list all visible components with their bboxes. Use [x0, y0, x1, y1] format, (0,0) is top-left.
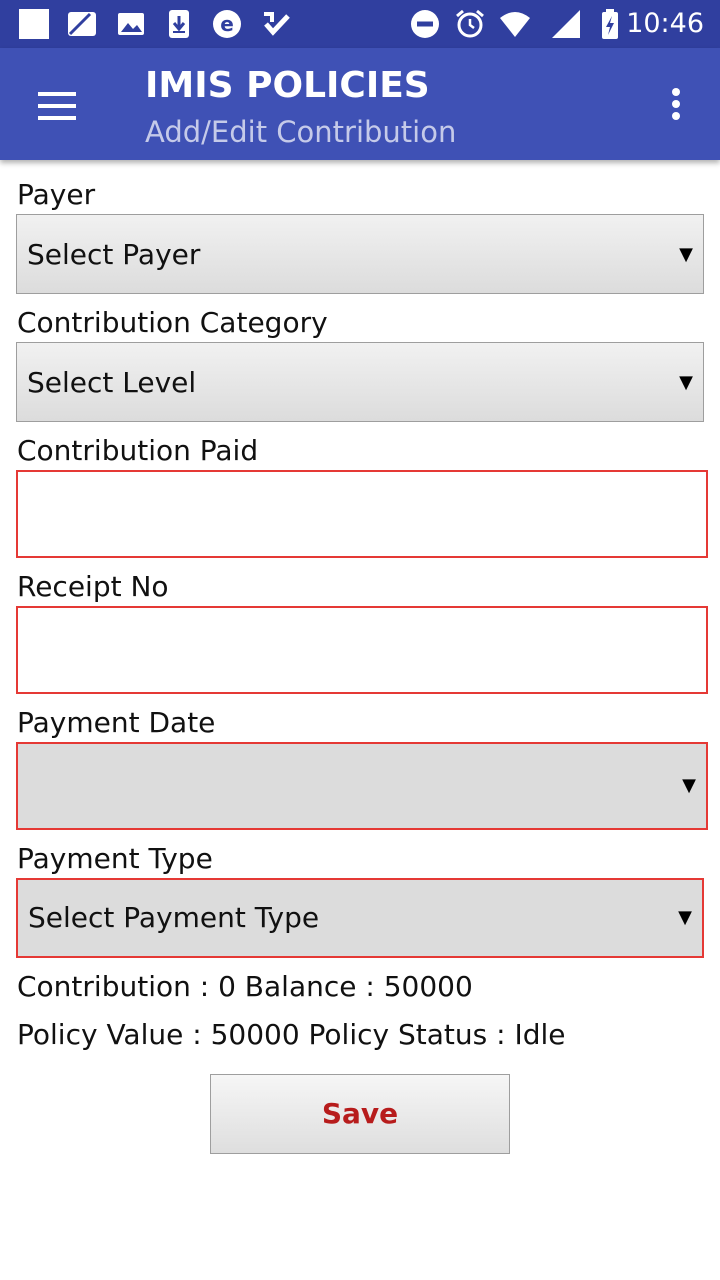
- wifi-icon: [500, 12, 530, 37]
- policy-value-status-text: Policy Value : 50000 Policy Status : Idl…: [17, 1018, 566, 1051]
- dropdown-arrow-icon: ▼: [679, 372, 693, 393]
- payment-type-label: Payment Type: [17, 842, 213, 875]
- payer-select[interactable]: Select Payer ▼: [16, 214, 704, 294]
- notification-square-icon: [19, 9, 49, 39]
- save-button-label: Save: [321, 1097, 399, 1130]
- receipt-no-label: Receipt No: [17, 570, 169, 603]
- do-not-disturb-icon: [411, 10, 439, 38]
- app-title: IMIS POLICIES: [145, 65, 430, 106]
- payment-type-select[interactable]: Select Payment Type ▼: [16, 878, 704, 958]
- menu-icon[interactable]: [30, 84, 84, 128]
- receipt-no-input[interactable]: [16, 606, 708, 694]
- e-app-icon: e: [213, 10, 241, 38]
- app-bar: IMIS POLICIES Add/Edit Contribution: [0, 48, 720, 160]
- payment-date-label: Payment Date: [17, 706, 216, 739]
- svg-text:e: e: [220, 12, 234, 36]
- status-bar: e 10:46: [0, 0, 720, 48]
- payment-date-picker[interactable]: ▼: [16, 742, 708, 830]
- contribution-category-select[interactable]: Select Level ▼: [16, 342, 704, 422]
- payer-select-value: Select Payer: [27, 238, 201, 271]
- status-clock: 10:46: [626, 8, 704, 39]
- alarm-icon: [456, 9, 484, 38]
- contribution-balance-text: Contribution : 0 Balance : 50000: [17, 970, 473, 1003]
- contribution-category-label: Contribution Category: [17, 306, 328, 339]
- contribution-paid-label: Contribution Paid: [17, 434, 259, 467]
- payer-label: Payer: [17, 178, 96, 211]
- cast-icon: [68, 12, 96, 36]
- app-subtitle: Add/Edit Contribution: [145, 115, 457, 149]
- dropdown-arrow-icon: ▼: [682, 775, 696, 796]
- dropdown-arrow-icon: ▼: [679, 244, 693, 265]
- signal-icon: [552, 10, 580, 38]
- image-icon: [118, 13, 144, 35]
- save-button[interactable]: Save: [210, 1074, 510, 1154]
- download-icon: [169, 10, 189, 38]
- contribution-paid-input[interactable]: [16, 470, 708, 558]
- tasks-check-icon: [264, 12, 290, 36]
- dropdown-arrow-icon: ▼: [678, 907, 692, 928]
- contribution-category-value: Select Level: [27, 366, 197, 399]
- overflow-menu-icon[interactable]: [656, 82, 696, 126]
- payment-type-value: Select Payment Type: [28, 901, 320, 934]
- battery-charging-icon: [602, 9, 618, 39]
